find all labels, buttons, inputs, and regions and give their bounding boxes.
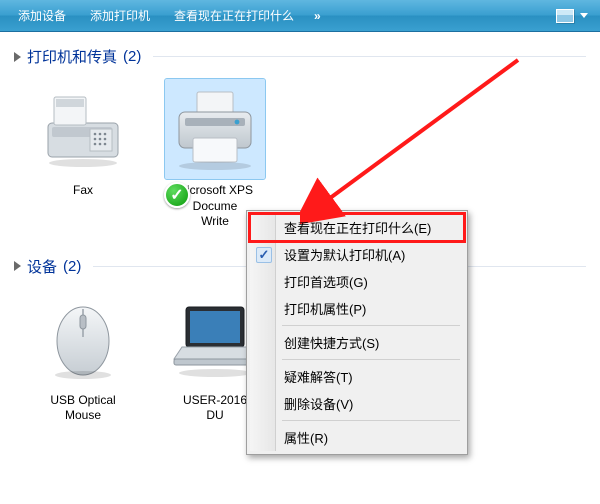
device-label: Fax [28,183,138,199]
section-count: (2) [123,48,141,65]
menu-item-set-default[interactable]: ✓ 设置为默认打印机(A) [250,241,464,268]
toolbar-view-switch[interactable] [556,9,592,23]
mouse-icon [33,289,133,389]
check-icon: ✓ [256,247,272,263]
toolbar-overflow[interactable]: » [308,5,325,27]
fax-icon [33,79,133,179]
section-count: (2) [63,258,81,275]
section-divider [153,56,586,57]
menu-item-see-print-queue[interactable]: 查看现在正在打印什么(E) [250,214,464,241]
menu-item-troubleshoot[interactable]: 疑难解答(T) [250,363,464,390]
menu-separator [282,420,460,421]
menu-item-delete-device[interactable]: 删除设备(V) [250,390,464,417]
menu-item-printer-properties[interactable]: 打印机属性(P) [250,295,464,322]
disclosure-triangle-icon [14,52,21,62]
menu-separator [282,325,460,326]
section-title: 设备 [27,256,57,277]
section-title: 打印机和传真 [27,46,117,67]
menu-item-properties[interactable]: 属性(R) [250,424,464,451]
device-label: USB Optical Mouse [28,393,138,424]
menu-separator [282,359,460,360]
default-check-badge-icon: ✓ [164,182,190,208]
menu-item-print-prefs[interactable]: 打印首选项(G) [250,268,464,295]
toolbar-add-printer[interactable]: 添加打印机 [80,3,160,28]
toolbar: 添加设备 添加打印机 查看现在正在打印什么 » [0,0,600,32]
device-mouse[interactable]: USB Optical Mouse [28,289,138,424]
toolbar-see-print-queue[interactable]: 查看现在正在打印什么 [164,3,304,28]
toolbar-add-device[interactable]: 添加设备 [8,3,76,28]
device-fax[interactable]: Fax [28,79,138,230]
chevron-down-icon [580,13,588,18]
menu-item-create-shortcut[interactable]: 创建快捷方式(S) [250,329,464,356]
device-xps-writer[interactable]: ✓ Microsoft XPS Docume Write [160,79,270,230]
context-menu: 查看现在正在打印什么(E) ✓ 设置为默认打印机(A) 打印首选项(G) 打印机… [246,210,468,455]
printer-icon [165,79,265,179]
view-mode-icon [556,9,574,23]
section-header-printers[interactable]: 打印机和传真 (2) [10,36,590,73]
disclosure-triangle-icon [14,261,21,271]
